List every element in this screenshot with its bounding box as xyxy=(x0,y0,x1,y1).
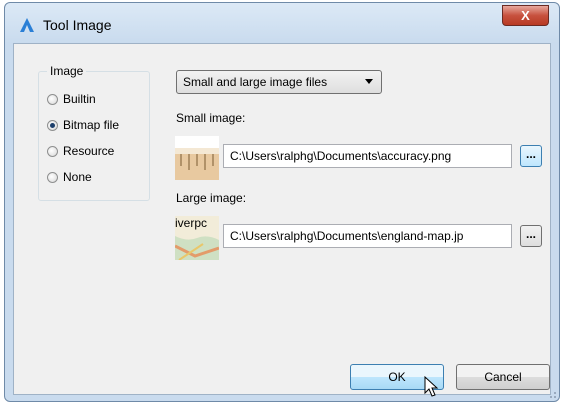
close-button[interactable]: X xyxy=(502,5,549,26)
small-image-label: Small image: xyxy=(176,111,246,125)
radio-builtin-indicator[interactable] xyxy=(47,93,58,105)
image-group-legend: Image xyxy=(47,64,87,78)
large-image-browse-button[interactable]: ... xyxy=(520,225,542,247)
radio-builtin[interactable]: Builtin xyxy=(47,90,96,108)
cancel-button[interactable]: Cancel xyxy=(456,364,550,390)
image-size-dropdown[interactable]: Small and large image files xyxy=(176,70,382,94)
chevron-down-icon xyxy=(365,79,373,84)
radio-resource-indicator[interactable] xyxy=(47,145,58,157)
large-image-thumbnail: iverpc xyxy=(175,216,219,260)
radio-bitmap-file-label: Bitmap file xyxy=(63,118,120,132)
resize-grip-icon[interactable] xyxy=(547,389,557,399)
radio-bitmap-file-indicator[interactable] xyxy=(47,119,58,131)
bricscad-arrow-icon xyxy=(20,18,34,32)
small-image-thumbnail xyxy=(175,136,219,180)
large-image-path-field[interactable]: C:\Users\ralphg\Documents\england-map.jp xyxy=(223,224,512,248)
dialog-content: Image Builtin Bitmap file Resource None … xyxy=(13,43,551,395)
ruler-thumbnail-icon xyxy=(175,136,219,180)
large-image-thumb-text: iverpc xyxy=(175,216,208,230)
radio-resource-label: Resource xyxy=(63,144,115,158)
large-image-label: Large image: xyxy=(176,191,247,205)
small-image-path-field[interactable]: C:\Users\ralphg\Documents\accuracy.png xyxy=(223,144,512,168)
title-bar[interactable]: Tool Image X xyxy=(5,3,559,43)
radio-builtin-label: Builtin xyxy=(63,92,96,106)
tool-image-dialog: Tool Image X Image Builtin Bitmap file R… xyxy=(4,2,560,402)
radio-resource[interactable]: Resource xyxy=(47,142,114,160)
close-icon: X xyxy=(521,8,530,23)
radio-none-indicator[interactable] xyxy=(47,171,58,183)
mouse-pointer-icon xyxy=(424,376,439,397)
small-image-browse-button[interactable]: ... xyxy=(520,145,542,167)
dropdown-selected-value: Small and large image files xyxy=(183,75,328,89)
radio-bitmap-file[interactable]: Bitmap file xyxy=(47,116,119,134)
image-groupbox: Image Builtin Bitmap file Resource None xyxy=(38,64,150,201)
window-title: Tool Image xyxy=(43,17,112,33)
radio-none-label: None xyxy=(63,170,92,184)
radio-none[interactable]: None xyxy=(47,168,92,186)
